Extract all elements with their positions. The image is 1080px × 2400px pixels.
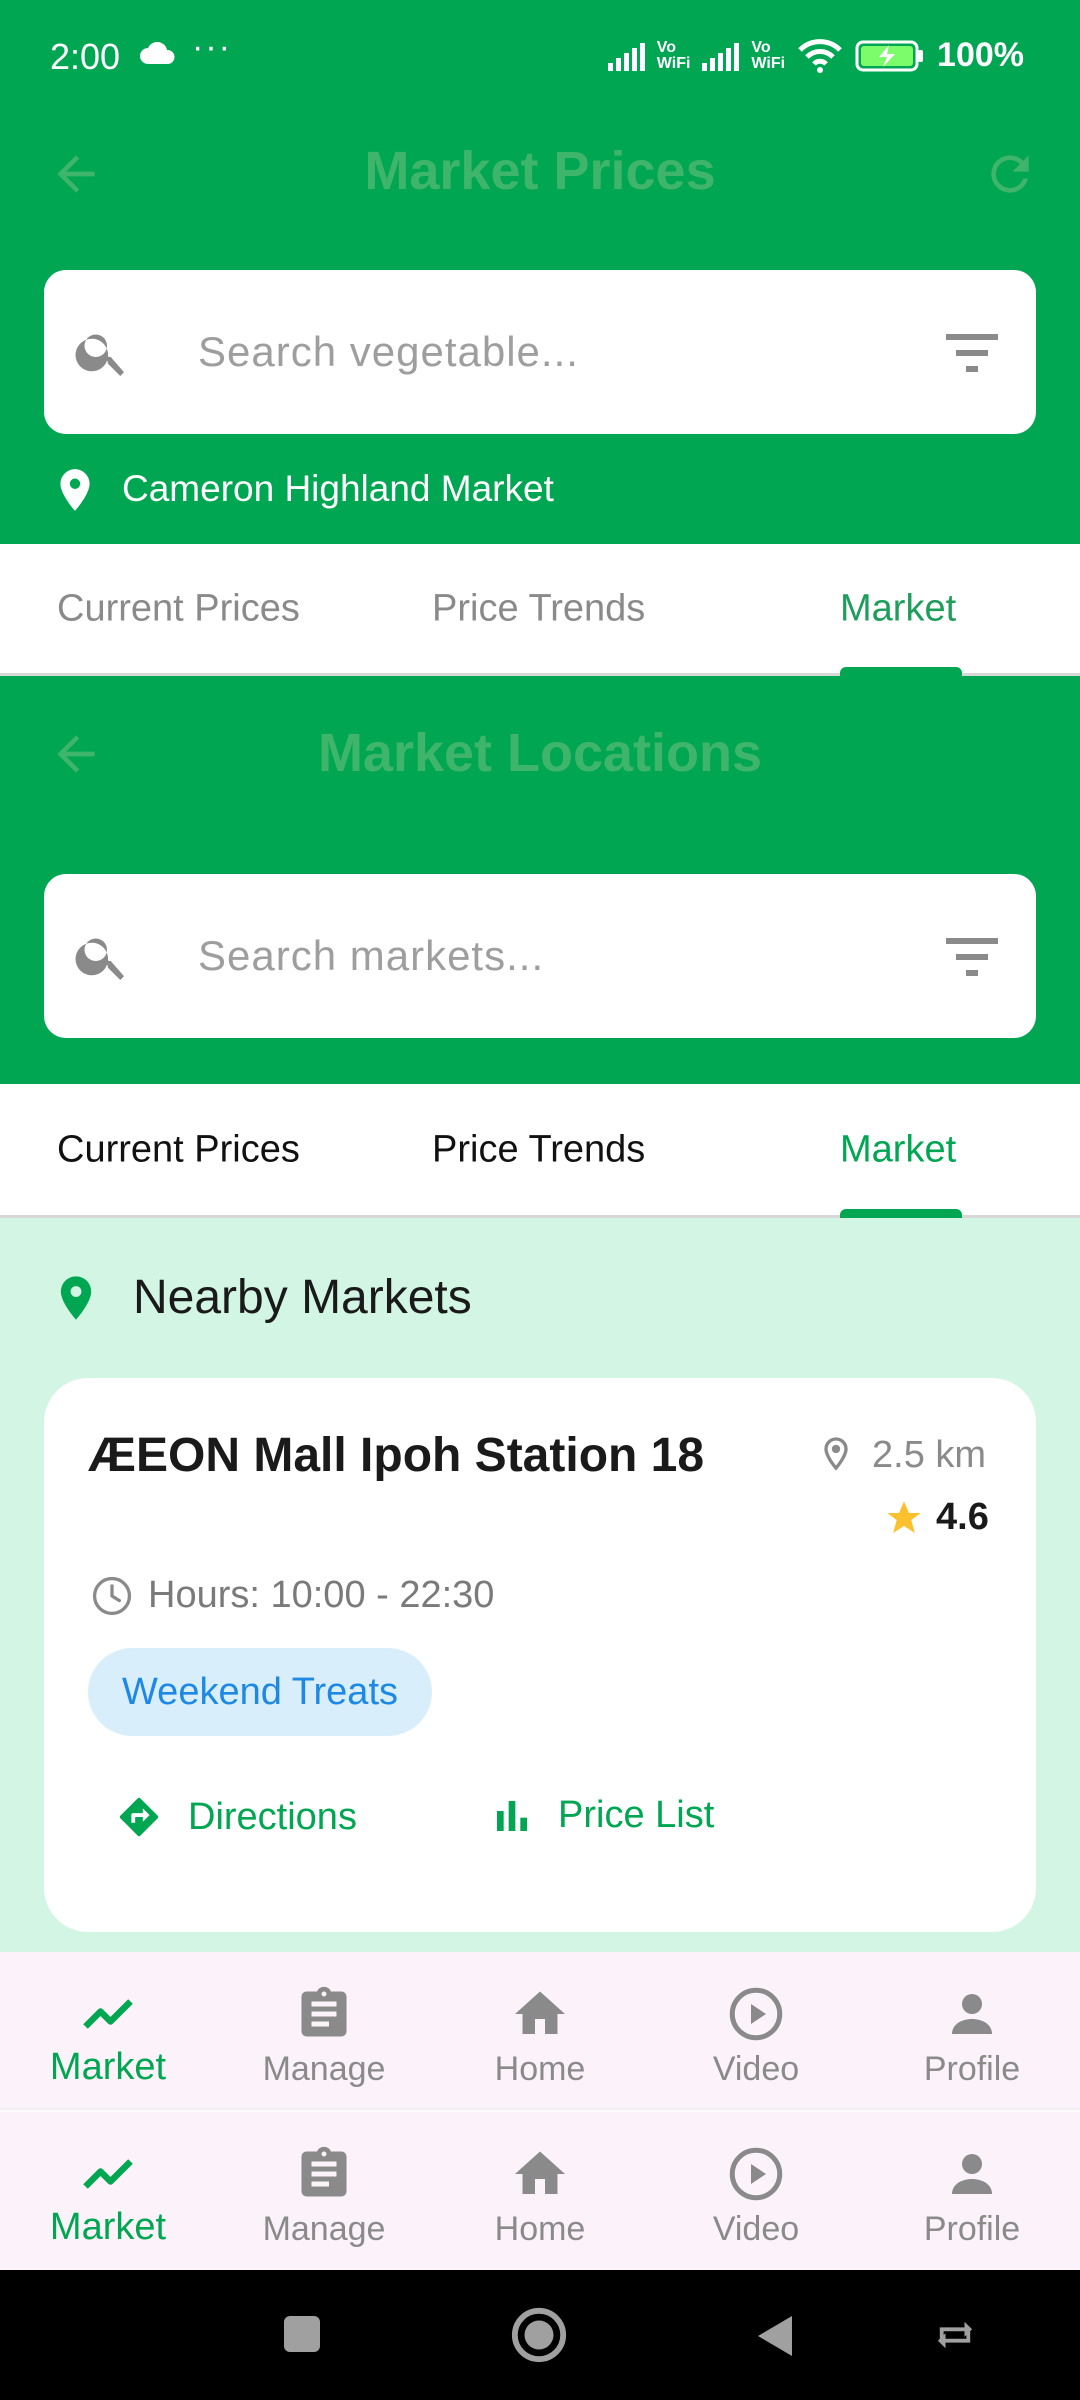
battery-percent: 100% xyxy=(937,36,1024,74)
wifi-icon xyxy=(798,38,842,73)
nav-market[interactable]: Market xyxy=(0,2112,216,2270)
tab-bar: Current Prices Price Trends Market xyxy=(0,1084,1080,1218)
status-bar: 2:00 ··· Vo WiFi Vo WiFi 100% xyxy=(0,0,1080,118)
directions-icon xyxy=(119,1797,159,1837)
market-card[interactable]: ÆEON Mall Ipoh Station 18 2.5 km 4.6 Hou… xyxy=(44,1378,1036,1932)
filter-icon[interactable] xyxy=(946,330,998,374)
vowifi-badge: Vo WiFi xyxy=(656,38,691,72)
clock-icon xyxy=(92,1576,132,1616)
market-hours: Hours: 10:00 - 22:30 xyxy=(148,1574,495,1616)
market-prices-header: Market Prices Search vegetable... Camero… xyxy=(0,118,1080,544)
search-input[interactable]: Search markets... xyxy=(198,932,544,980)
person-icon xyxy=(952,2154,992,2194)
market-name: ÆEON Mall Ipoh Station 18 xyxy=(88,1429,705,1482)
location-pin-outline-icon xyxy=(824,1437,848,1471)
search-icon xyxy=(75,334,124,376)
bottom-nav-upper: Market Manage Home Video Profile xyxy=(0,1952,1080,2110)
play-circle-icon xyxy=(729,1987,783,2041)
tab-price-trends[interactable]: Price Trends xyxy=(432,1128,645,1171)
directions-label: Directions xyxy=(188,1795,357,1838)
cloud-icon xyxy=(140,42,175,64)
nav-manage[interactable]: Manage xyxy=(216,2112,432,2270)
tab-market[interactable]: Market xyxy=(840,1128,956,1171)
nav-profile[interactable]: Profile xyxy=(864,2112,1080,2270)
nav-home[interactable]: Home xyxy=(432,1952,648,2110)
person-icon xyxy=(952,1994,992,2034)
tab-bar-top: Current Prices Price Trends Market xyxy=(0,544,1080,676)
nav-video[interactable]: Video xyxy=(648,2112,864,2270)
tab-current-prices[interactable]: Current Prices xyxy=(57,587,300,630)
status-more-dots: ··· xyxy=(192,28,232,66)
price-list-button[interactable]: Price List xyxy=(492,1794,714,1837)
bottom-nav: Market Manage Home Video Profile xyxy=(0,2112,1080,2270)
nav-profile[interactable]: Profile xyxy=(864,1952,1080,2110)
rotate-icon[interactable] xyxy=(932,2316,978,2354)
star-icon xyxy=(887,1501,921,1533)
bar-chart-icon xyxy=(497,1800,527,1831)
battery-charging-icon xyxy=(855,40,924,71)
market-distance: 2.5 km xyxy=(872,1434,987,1476)
page-title: Market Prices xyxy=(364,141,716,201)
section-heading: Nearby Markets xyxy=(133,1271,472,1324)
status-time: 2:00 xyxy=(50,36,121,77)
tab-indicator xyxy=(840,1209,962,1218)
refresh-icon[interactable] xyxy=(982,146,1038,202)
tab-price-trends[interactable]: Price Trends xyxy=(432,587,645,630)
vegetable-search-box[interactable]: Search vegetable... xyxy=(44,270,1036,434)
market-tag-chip[interactable]: Weekend Treats xyxy=(88,1648,433,1736)
signal-icon xyxy=(607,41,645,71)
vowifi-badge: Vo WiFi xyxy=(751,38,786,72)
trending-icon xyxy=(83,1999,133,2029)
selected-market-location[interactable]: Cameron Highland Market xyxy=(122,468,554,510)
tab-market[interactable]: Market xyxy=(840,587,956,630)
directions-button[interactable]: Directions xyxy=(116,1794,357,1840)
home-icon xyxy=(515,2151,565,2194)
nav-market[interactable]: Market xyxy=(0,1952,216,2110)
clipboard-icon xyxy=(301,1986,347,2037)
page-title: Market Locations xyxy=(317,723,763,783)
nav-manage[interactable]: Manage xyxy=(216,1952,432,2110)
tab-indicator xyxy=(840,667,962,676)
status-icons: Vo WiFi Vo WiFi 100% xyxy=(607,36,1024,75)
tab-current-prices[interactable]: Current Prices xyxy=(57,1128,300,1171)
filter-icon[interactable] xyxy=(946,934,998,978)
home-icon xyxy=(515,1991,565,2034)
nav-home[interactable]: Home xyxy=(432,2112,648,2270)
recents-square-icon[interactable] xyxy=(282,2314,322,2354)
market-locations-header: Market Locations Search markets... xyxy=(0,676,1080,1084)
back-triangle-icon[interactable] xyxy=(754,2314,794,2358)
search-icon xyxy=(75,938,124,980)
play-circle-icon xyxy=(729,2147,783,2201)
search-input[interactable]: Search vegetable... xyxy=(198,328,579,376)
home-circle-icon[interactable] xyxy=(510,2306,568,2364)
location-pin-icon xyxy=(60,1276,92,1320)
location-pin-icon xyxy=(60,469,90,511)
system-nav-bar xyxy=(0,2270,1080,2400)
trending-icon xyxy=(83,2159,133,2189)
signal-icon xyxy=(702,41,740,71)
price-list-label: Price List xyxy=(558,1794,715,1836)
market-search-box[interactable]: Search markets... xyxy=(44,874,1036,1038)
clipboard-icon xyxy=(301,2146,347,2197)
nav-video[interactable]: Video xyxy=(648,1952,864,2110)
market-rating: 4.6 xyxy=(936,1496,989,1538)
